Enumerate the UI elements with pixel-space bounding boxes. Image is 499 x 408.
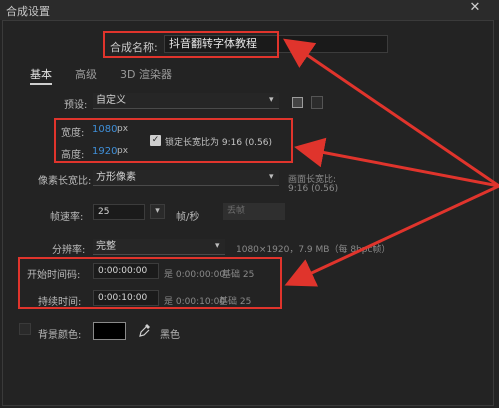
annotation-arrows <box>283 38 499 287</box>
arrow-to-time <box>284 184 499 287</box>
